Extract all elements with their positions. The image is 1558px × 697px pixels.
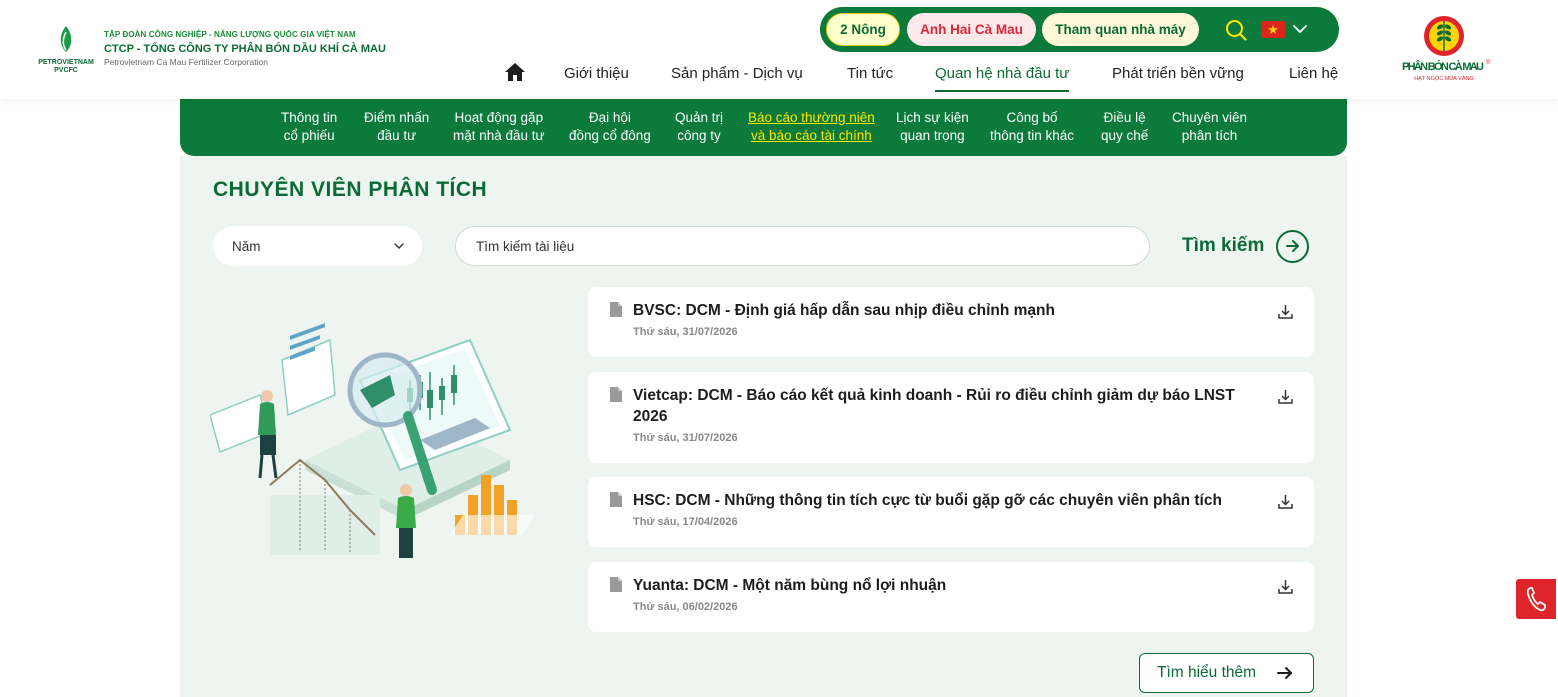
document-icon bbox=[610, 577, 622, 592]
corp-company-name: CTCP - TỔNG CÔNG TY PHÂN BÓN DẦU KHÍ CÀ … bbox=[104, 43, 386, 55]
chevron-down-icon bbox=[394, 243, 404, 249]
logo-text-petrovietnam: PETROVIETNAM bbox=[38, 59, 94, 66]
report-title[interactable]: BVSC: DCM - Định giá hấp dẫn sau nhịp đi… bbox=[633, 300, 1273, 321]
subnav-dieu-le-quy-che[interactable]: Điều lệ quy chế bbox=[1101, 109, 1148, 145]
subnav-chuyen-vien-phan-tich[interactable]: Chuyên viên phân tích bbox=[1172, 109, 1247, 145]
nav-quan-he-nha-dau-tu[interactable]: Quan hệ nhà đầu tư bbox=[935, 60, 1070, 92]
report-date: Thứ sáu, 31/07/2026 bbox=[633, 432, 738, 444]
report-card[interactable]: Yuanta: DCM - Một năm bùng nổ lợi nhuận … bbox=[588, 562, 1314, 632]
subnav-lich-su-kien[interactable]: Lịch sự kiện quan trọng bbox=[896, 109, 969, 145]
phan-bon-ca-mau-logo[interactable]: PHÂN BÓN CÀ MAU ® HẠT NGỌC MÙA VÀNG bbox=[1398, 13, 1494, 85]
report-date: Thứ sáu, 31/07/2026 bbox=[633, 326, 738, 338]
search-icon[interactable] bbox=[1225, 19, 1247, 41]
download-icon[interactable] bbox=[1277, 303, 1294, 320]
subnav-diem-nhan-dau-tu[interactable]: Điểm nhấn đầu tư bbox=[364, 109, 429, 145]
report-card[interactable]: HSC: DCM - Những thông tin tích cực từ b… bbox=[588, 477, 1314, 547]
arrow-right-icon bbox=[1277, 667, 1292, 679]
phone-icon bbox=[1526, 587, 1546, 612]
corp-english-name: Petrovietnam Ca Mau Fertilizer Corporati… bbox=[104, 57, 268, 67]
brand-tagline: HẠT NGỌC MÙA VÀNG bbox=[1414, 75, 1474, 82]
investor-relations-subnav: Thông tin cổ phiếu Điểm nhấn đầu tư Hoạt đ… bbox=[180, 99, 1347, 156]
document-icon bbox=[610, 302, 622, 317]
brand-registered-mark: ® bbox=[1486, 59, 1491, 66]
report-title[interactable]: HSC: DCM - Những thông tin tích cực từ b… bbox=[633, 490, 1273, 511]
document-search-input[interactable] bbox=[455, 226, 1150, 266]
subnav-dai-hoi-co-dong[interactable]: Đại hội đồng cổ đông bbox=[569, 109, 651, 145]
page-title: CHUYÊN VIÊN PHÂN TÍCH bbox=[213, 178, 488, 201]
subnav-hoat-dong-gap-mat[interactable]: Hoạt động gặp mặt nhà đầu tư bbox=[453, 109, 545, 145]
subnav-quan-tri-cong-ty[interactable]: Quản trị công ty bbox=[675, 109, 723, 145]
subnav-thong-tin-co-phieu[interactable]: Thông tin cổ phiếu bbox=[281, 109, 337, 145]
subnav-cong-bo-thong-tin[interactable]: Công bố thông tin khác bbox=[990, 109, 1074, 145]
nav-phat-trien-ben-vung[interactable]: Phát triển bền vững bbox=[1112, 60, 1244, 86]
logo-text-pvcfc: PVCFC bbox=[54, 67, 78, 74]
quick-links-bar: 2 Nông Anh Hai Cà Mau Tham quan nhà máy … bbox=[820, 7, 1339, 52]
arrow-right-circle-icon bbox=[1276, 229, 1310, 263]
pill-2-nong[interactable]: 2 Nông bbox=[826, 13, 900, 46]
flag-star: ★ bbox=[1267, 22, 1279, 37]
site-header: PETROVIETNAM PVCFC TẬP ĐOÀN CÔNG NGHIỆP … bbox=[0, 0, 1558, 99]
report-card[interactable]: BVSC: DCM - Định giá hấp dẫn sau nhịp đi… bbox=[588, 287, 1314, 357]
brand-name-text: PHÂN BÓN CÀ MAU bbox=[1402, 60, 1484, 73]
learn-more-label: Tìm hiểu thêm bbox=[1157, 664, 1257, 681]
petrovietnam-logo[interactable]: PETROVIETNAM PVCFC bbox=[38, 22, 94, 78]
nav-tin-tuc[interactable]: Tin tức bbox=[847, 60, 893, 86]
corp-group-name: TẬP ĐOÀN CÔNG NGHIỆP - NĂNG LƯỢNG QUỐC G… bbox=[104, 30, 356, 39]
search-button[interactable]: Tìm kiếm bbox=[1182, 229, 1310, 263]
vietnam-flag-icon[interactable]: ★ bbox=[1261, 21, 1285, 38]
subnav-bao-cao-thuong-nien[interactable]: Báo cáo thường niên và báo cáo tài chính bbox=[748, 109, 875, 145]
phone-call-button[interactable] bbox=[1516, 579, 1556, 619]
document-icon bbox=[610, 492, 622, 507]
nav-san-pham-dich-vu[interactable]: Sản phẩm - Dịch vụ bbox=[671, 60, 803, 86]
download-icon[interactable] bbox=[1277, 493, 1294, 510]
download-icon[interactable] bbox=[1277, 578, 1294, 595]
corporation-name: TẬP ĐOÀN CÔNG NGHIỆP - NĂNG LƯỢNG QUỐC G… bbox=[104, 30, 386, 67]
nav-lien-he[interactable]: Liên hệ bbox=[1289, 60, 1338, 86]
report-date: Thứ sáu, 06/02/2026 bbox=[633, 601, 738, 613]
report-date: Thứ sáu, 17/04/2026 bbox=[633, 516, 738, 528]
learn-more-button[interactable]: Tìm hiểu thêm bbox=[1139, 653, 1314, 693]
year-select[interactable]: Năm bbox=[213, 226, 422, 266]
report-card[interactable]: Vietcap: DCM - Báo cáo kết quả kinh doan… bbox=[588, 372, 1314, 463]
pill-anh-hai-ca-mau[interactable]: Anh Hai Cà Mau bbox=[907, 13, 1036, 46]
report-title[interactable]: Vietcap: DCM - Báo cáo kết quả kinh doan… bbox=[633, 385, 1273, 427]
document-icon bbox=[610, 387, 622, 402]
report-title[interactable]: Yuanta: DCM - Một năm bùng nổ lợi nhuận bbox=[633, 575, 1273, 596]
home-icon[interactable] bbox=[504, 62, 526, 82]
nav-gioi-thieu[interactable]: Giới thiệu bbox=[564, 60, 629, 86]
pill-tham-quan-nha-may[interactable]: Tham quan nhà máy bbox=[1042, 13, 1199, 46]
search-button-label: Tìm kiếm bbox=[1182, 235, 1265, 256]
download-icon[interactable] bbox=[1277, 388, 1294, 405]
financial-analysis-illustration bbox=[210, 323, 535, 558]
chevron-down-icon[interactable] bbox=[1292, 22, 1308, 36]
year-select-label: Năm bbox=[232, 238, 261, 254]
